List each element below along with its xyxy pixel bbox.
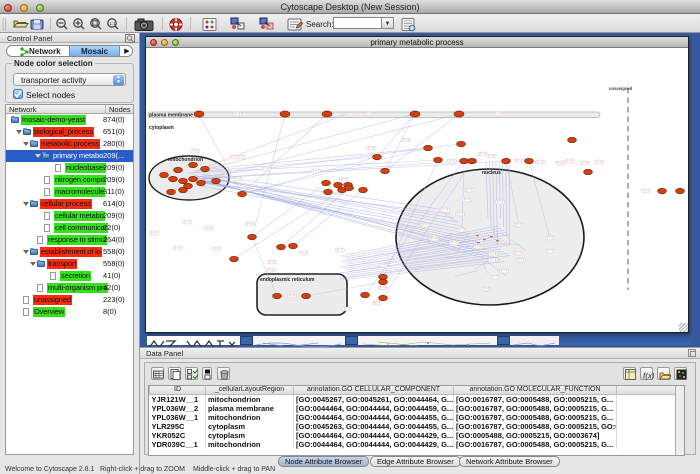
svg-text:[--·--]: [--·--] [238,155,244,159]
svg-text:[--·--]: [--·--] [480,152,486,156]
svg-text:[--·--]: [--·--] [492,275,498,279]
svg-text:[--·--]: [--·--] [231,155,237,159]
svg-text:[--·--]: [--·--] [206,226,212,230]
svg-text:f(x): f(x) [643,371,654,380]
svg-text:[--·--]: [--·--] [495,112,501,116]
svg-text:[--·--]: [--·--] [368,146,374,150]
svg-text:[--·--]: [--·--] [547,236,553,240]
svg-text:[--·--]: [--·--] [341,177,347,181]
svg-text:[--·--]: [--·--] [151,231,157,235]
svg-text:endoplasmic reticulum: endoplasmic reticulum [260,277,315,283]
svg-text:[--·--]: [--·--] [567,159,573,163]
svg-text:[--·--]: [--·--] [366,112,372,116]
svg-text:plasma membrane: plasma membrane [149,113,193,119]
svg-text:mitochondrion: mitochondrion [168,157,203,163]
svg-text:unassigned: unassigned [609,86,633,91]
svg-text:[--·--]: [--·--] [466,188,472,192]
svg-text:[--·--]: [--·--] [490,258,496,262]
svg-text:[--·--]: [--·--] [582,161,588,165]
svg-text:[--·--]: [--·--] [268,268,274,272]
svg-text:[--·--]: [--·--] [431,237,437,241]
svg-text:[--·--]: [--·--] [214,247,220,251]
svg-text:[--·--]: [--·--] [337,248,343,252]
svg-text:[--·--]: [--·--] [643,189,649,193]
svg-text:[--·--]: [--·--] [422,223,428,227]
svg-text:[--·--]: [--·--] [247,222,253,226]
svg-text:[--·--]: [--·--] [313,169,319,173]
svg-text:[--·--]: [--·--] [403,138,409,142]
svg-text:[--·--]: [--·--] [516,159,522,163]
svg-text:[--·--]: [--·--] [497,200,503,204]
svg-text:[--·--]: [--·--] [442,208,448,212]
svg-text:[--·--]: [--·--] [457,212,463,216]
svg-text:1:1: 1:1 [110,21,117,26]
svg-text:[--·--]: [--·--] [192,149,198,153]
svg-text:[--·--]: [--·--] [488,154,494,158]
svg-text:[--·--]: [--·--] [557,161,563,165]
svg-text:[--·--]: [--·--] [451,241,457,245]
svg-text:[--·--]: [--·--] [449,159,455,163]
svg-text:[--·--]: [--·--] [464,198,470,202]
svg-text:[--·--]: [--·--] [184,220,190,224]
svg-text:[--·--]: [--·--] [483,287,489,291]
svg-text:[--·--]: [--·--] [459,228,465,232]
svg-text:[--·--]: [--·--] [263,167,269,171]
svg-text:[--·--]: [--·--] [380,286,386,290]
svg-text:[--·--]: [--·--] [515,251,521,255]
svg-text:[--·--]: [--·--] [301,251,307,255]
svg-text:[--·--]: [--·--] [596,160,602,164]
svg-text:[--·--]: [--·--] [374,301,380,305]
svg-text:[--·--]: [--·--] [475,245,481,249]
svg-text:[--·--]: [--·--] [269,260,275,264]
svg-text:[--·--]: [--·--] [547,249,553,253]
svg-text:[--·--]: [--·--] [344,307,350,311]
svg-text:nucleus: nucleus [482,170,501,176]
svg-text:[--·--]: [--·--] [175,246,181,250]
svg-text:cytoplasm: cytoplasm [149,125,174,131]
svg-text:[--·--]: [--·--] [289,294,295,298]
svg-text:[--·--]: [--·--] [235,177,241,181]
svg-text:[--·--]: [--·--] [234,112,240,116]
svg-text:[--·--]: [--·--] [501,269,507,273]
svg-text:[--·--]: [--·--] [518,258,524,262]
svg-text:[--·--]: [--·--] [490,252,496,256]
svg-text:[--·--]: [--·--] [516,223,522,227]
svg-text:[--·--]: [--·--] [380,263,386,267]
svg-text:[--·--]: [--·--] [537,160,543,164]
